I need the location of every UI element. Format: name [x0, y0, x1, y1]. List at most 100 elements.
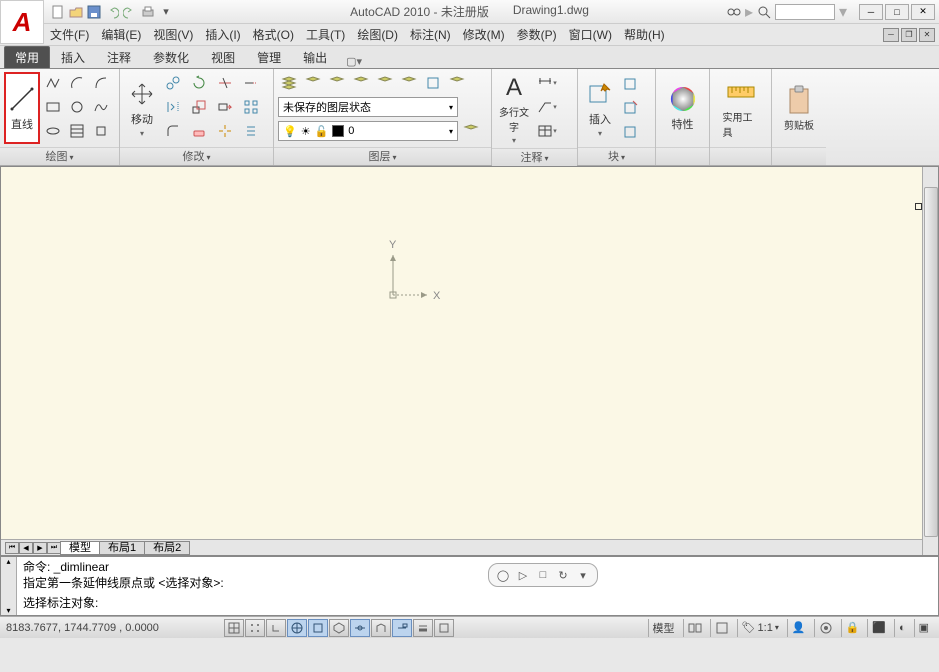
menu-help[interactable]: 帮助(H)	[624, 26, 665, 43]
snap-button[interactable]	[224, 619, 244, 637]
tab-view[interactable]: 视图	[200, 46, 246, 68]
layer-iso-icon[interactable]	[374, 72, 396, 94]
scale-icon[interactable]	[188, 96, 210, 118]
doc-close-button[interactable]: ✕	[919, 28, 935, 42]
clipboard-button[interactable]: 剪贴板	[781, 72, 817, 144]
stretch-icon[interactable]	[214, 96, 236, 118]
spline-icon[interactable]	[90, 96, 112, 118]
tab-insert[interactable]: 插入	[50, 46, 96, 68]
layer-properties-icon[interactable]	[278, 72, 300, 94]
tab-home[interactable]: 常用	[4, 46, 50, 68]
offset-icon[interactable]	[240, 120, 262, 142]
dimension-icon[interactable]: ▾	[534, 72, 560, 94]
arc-icon[interactable]	[66, 72, 88, 94]
ortho-button[interactable]	[266, 619, 286, 637]
command-scrollbar[interactable]: ▴▾	[1, 557, 17, 615]
erase-icon[interactable]	[188, 120, 210, 142]
table-icon[interactable]: ▾	[534, 120, 560, 142]
panel-modify-title[interactable]: 修改▾	[120, 147, 273, 165]
circle-arc-icon[interactable]	[90, 72, 112, 94]
new-icon[interactable]	[50, 4, 66, 20]
coordinates-display[interactable]: 8183.7677, 1744.7709 , 0.0000	[6, 622, 216, 634]
horizontal-scrollbar[interactable]: ⏮ ◀ ▶ ⏭ 模型 布局1 布局2	[1, 539, 922, 555]
tab-parametric[interactable]: 参数化	[142, 46, 200, 68]
minimize-button[interactable]: ─	[859, 4, 883, 20]
insert-block-button[interactable]: 插入 ▾	[582, 72, 618, 144]
properties-button[interactable]: 特性	[665, 72, 701, 144]
nav-next-icon[interactable]: ▷	[515, 567, 531, 583]
layer-lock-icon[interactable]	[350, 72, 372, 94]
vertical-scrollbar[interactable]	[922, 167, 938, 555]
hatch-icon[interactable]	[66, 120, 88, 142]
ellipse-icon[interactable]	[42, 120, 64, 142]
workspace-switch-icon[interactable]	[814, 619, 837, 637]
command-window[interactable]: ▴▾ 命令: _dimlinear 指定第一条延伸线原点或 <选择对象>: 选择…	[0, 556, 939, 616]
menu-insert[interactable]: 插入(I)	[205, 26, 240, 43]
utilities-button[interactable]: 实用工具	[723, 72, 759, 144]
polyline-icon[interactable]	[42, 72, 64, 94]
maximize-button[interactable]: □	[885, 4, 909, 20]
clean-screen-icon[interactable]: ▣	[914, 619, 933, 637]
app-menu-button[interactable]: A	[0, 0, 44, 44]
info-search-icon[interactable]	[757, 5, 771, 19]
doc-minimize-button[interactable]: ─	[883, 28, 899, 42]
sheet-tab-layout2[interactable]: 布局2	[144, 541, 190, 555]
menu-view[interactable]: 视图(V)	[153, 26, 193, 43]
annotation-visibility-icon[interactable]: 👤	[787, 619, 810, 637]
fillet-icon[interactable]	[162, 120, 184, 142]
search-input[interactable]	[775, 4, 835, 20]
qp-button[interactable]	[434, 619, 454, 637]
layer-tool-icon[interactable]	[460, 120, 482, 142]
save-icon[interactable]	[86, 4, 102, 20]
ducs-button[interactable]	[371, 619, 391, 637]
nav-orbit-icon[interactable]: ↻	[555, 567, 571, 583]
panel-draw-title[interactable]: 绘图▾	[0, 147, 119, 165]
lwt-button[interactable]	[413, 619, 433, 637]
sheet-last-button[interactable]: ⏭	[47, 542, 61, 554]
sheet-prev-button[interactable]: ◀	[19, 542, 33, 554]
array-icon[interactable]	[240, 96, 262, 118]
panel-annotation-title[interactable]: 注释▾	[492, 148, 577, 166]
binoculars-icon[interactable]	[727, 6, 741, 18]
panel-layers-title[interactable]: 图层▾	[274, 147, 491, 165]
menu-file[interactable]: 文件(F)	[50, 26, 89, 43]
dyn-button[interactable]	[392, 619, 412, 637]
sheet-tab-layout1[interactable]: 布局1	[99, 541, 145, 555]
sheet-next-button[interactable]: ▶	[33, 542, 47, 554]
quick-view-layouts-icon[interactable]	[683, 619, 706, 637]
tab-manage[interactable]: 管理	[246, 46, 292, 68]
nav-play-icon[interactable]: ◯	[495, 567, 511, 583]
trim-icon[interactable]	[214, 72, 236, 94]
grid-button[interactable]	[245, 619, 265, 637]
sheet-tab-model[interactable]: 模型	[60, 541, 100, 555]
layer-freeze-icon[interactable]	[302, 72, 324, 94]
quick-view-drawings-icon[interactable]	[710, 619, 733, 637]
toolbar-lock-icon[interactable]: 🔒	[841, 619, 864, 637]
tab-annotate[interactable]: 注释	[96, 46, 142, 68]
qat-dropdown-icon[interactable]: ▾	[158, 4, 174, 20]
edit-block-icon[interactable]	[620, 96, 642, 118]
tab-expand-icon[interactable]: ▢▾	[346, 55, 362, 68]
polygon-icon[interactable]	[90, 120, 112, 142]
rectangle-icon[interactable]	[42, 96, 64, 118]
layer-match-icon[interactable]	[422, 72, 444, 94]
leader-icon[interactable]: ▾	[534, 96, 560, 118]
layer-prev-icon[interactable]	[398, 72, 420, 94]
redo-icon[interactable]	[122, 4, 138, 20]
model-space-button[interactable]: 模型	[648, 619, 679, 637]
layer-off-icon[interactable]	[326, 72, 348, 94]
layer-dropdown[interactable]: 💡 ☀ 🔓 0 ▾	[278, 121, 458, 141]
explode-icon[interactable]	[214, 120, 236, 142]
undo-icon[interactable]	[104, 4, 120, 20]
menu-edit[interactable]: 编辑(E)	[101, 26, 141, 43]
menu-modify[interactable]: 修改(M)	[463, 26, 505, 43]
nav-more-icon[interactable]: ▾	[575, 567, 591, 583]
copy-icon[interactable]	[162, 72, 184, 94]
doc-restore-button[interactable]: ❐	[901, 28, 917, 42]
rotate-icon[interactable]	[188, 72, 210, 94]
extend-icon[interactable]	[240, 72, 262, 94]
menu-dimension[interactable]: 标注(N)	[410, 26, 451, 43]
tab-output[interactable]: 输出	[292, 46, 338, 68]
layer-state-dropdown[interactable]: 未保存的图层状态 ▾	[278, 97, 458, 117]
print-icon[interactable]	[140, 4, 156, 20]
